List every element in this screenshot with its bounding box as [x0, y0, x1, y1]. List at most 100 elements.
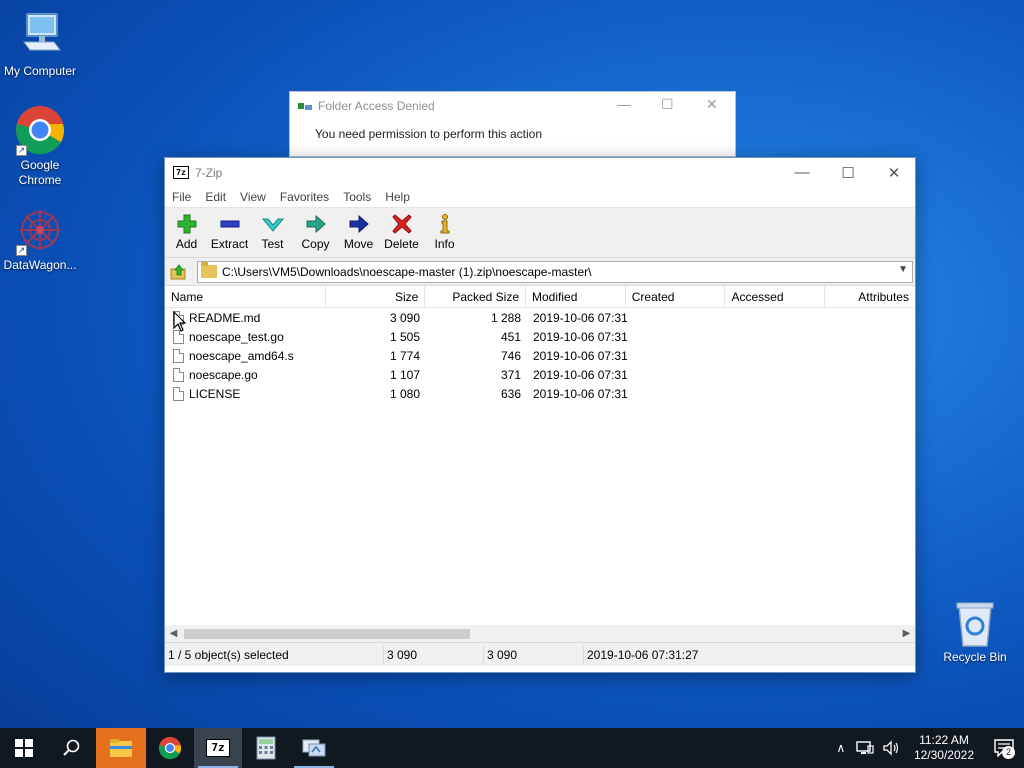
notification-center-button[interactable]: 2 [984, 728, 1024, 768]
dialog-app-icon [298, 100, 312, 112]
file-packed-size: 451 [500, 329, 521, 344]
extract-icon [220, 220, 239, 228]
maximize-icon[interactable]: ☐ [661, 96, 674, 113]
info-button[interactable]: Info [423, 208, 466, 257]
status-packed: 3 090 [484, 645, 584, 664]
status-selection: 1 / 5 object(s) selected [165, 645, 384, 664]
column-header-name[interactable]: Name [165, 286, 326, 308]
file-name: README.md [189, 310, 261, 325]
start-button[interactable] [0, 728, 48, 768]
desktop-icon-recycle-bin[interactable]: Recycle Bin [938, 600, 1012, 664]
extract-button[interactable]: Extract [208, 208, 251, 257]
file-packed-size: 746 [500, 348, 521, 363]
taskbar-network-app[interactable] [290, 728, 338, 768]
chevron-down-icon[interactable]: ▼ [898, 264, 908, 275]
add-label: Add [175, 237, 198, 251]
file-name: LICENSE [189, 386, 241, 401]
address-input[interactable]: C:\Users\VM5\Downloads\noescape-master (… [197, 260, 913, 283]
shortcut-arrow-icon: ↗ [16, 145, 27, 156]
window-titlebar[interactable]: 7z 7-Zip — ☐ ✕ [165, 158, 915, 187]
add-icon [177, 214, 196, 234]
menu-file[interactable]: File [165, 190, 198, 204]
file-list[interactable]: Name Size Packed Size Modified Created A… [165, 286, 915, 642]
folder-icon [201, 262, 217, 278]
menu-favorites[interactable]: Favorites [273, 190, 336, 204]
table-row[interactable]: noescape_amd64.s 1 774 746 2019-10-06 07… [165, 346, 915, 365]
recycle-bin-label: Recycle Bin [943, 650, 1007, 664]
info-icon [440, 214, 449, 234]
calculator-icon [256, 736, 276, 760]
minimize-button[interactable]: — [779, 158, 825, 187]
file-explorer-icon [110, 739, 132, 757]
desktop-icon-datawagon[interactable]: ↗ DataWagon... [0, 204, 80, 273]
extract-label: Extract [210, 237, 249, 251]
table-row[interactable]: LICENSE 1 080 636 2019-10-06 07:31 [165, 384, 915, 403]
network-icon[interactable] [856, 740, 874, 756]
taskbar-calculator[interactable] [242, 728, 290, 768]
table-row[interactable]: noescape.go 1 107 371 2019-10-06 07:31 [165, 365, 915, 384]
taskbar-7zip[interactable]: 7z [194, 728, 242, 768]
chevron-up-icon[interactable]: ∧ [830, 741, 852, 755]
chrome-icon [158, 736, 182, 760]
table-row[interactable]: README.md 3 090 1 288 2019-10-06 07:31 [165, 308, 915, 327]
file-name: noescape_amd64.s [189, 348, 294, 363]
scroll-right-icon[interactable]: ▶ [898, 628, 915, 639]
folder-up-button[interactable] [167, 261, 191, 283]
desktop-icon-label: DataWagon... [3, 258, 77, 272]
file-icon [173, 367, 184, 382]
close-icon[interactable]: ✕ [706, 96, 718, 113]
table-row[interactable]: noescape_test.go 1 505 451 2019-10-06 07… [165, 327, 915, 346]
delete-button[interactable]: Delete [380, 208, 423, 257]
folder-access-denied-dialog[interactable]: Folder Access Denied — ☐ ✕ You need perm… [289, 91, 736, 157]
dialog-message: You need permission to perform this acti… [315, 127, 543, 141]
folder-up-icon [170, 263, 186, 279]
address-bar: C:\Users\VM5\Downloads\noescape-master (… [165, 258, 915, 286]
search-button[interactable] [48, 728, 96, 768]
windows-logo-icon [15, 739, 33, 757]
file-modified: 2019-10-06 07:31 [533, 367, 627, 382]
7zip-app-icon: 7z [173, 166, 189, 179]
horizontal-scrollbar[interactable]: ◀ ▶ [165, 625, 915, 642]
file-icon [173, 386, 184, 401]
info-label: Info [434, 237, 455, 251]
menu-tools[interactable]: Tools [336, 190, 378, 204]
move-button[interactable]: Move [337, 208, 380, 257]
desktop-icon-my-computer[interactable]: My Computer [0, 10, 80, 79]
menu-help[interactable]: Help [378, 190, 417, 204]
desktop-icon-google-chrome[interactable]: ↗ Google Chrome [0, 104, 80, 188]
copy-label: Copy [301, 237, 330, 251]
column-header-accessed[interactable]: Accessed [725, 286, 826, 308]
shortcut-arrow-icon: ↗ [16, 245, 27, 256]
file-icon [173, 348, 184, 363]
scroll-track[interactable] [182, 625, 898, 642]
taskbar-chrome[interactable] [146, 728, 194, 768]
column-header-created[interactable]: Created [626, 286, 726, 308]
notification-count-badge: 2 [1002, 746, 1015, 759]
taskbar: 7z ∧ 11:22 AM 12/30/2022 2 [0, 728, 1024, 768]
clock[interactable]: 11:22 AM 12/30/2022 [904, 733, 984, 763]
search-icon [63, 739, 80, 756]
minimize-icon[interactable]: — [617, 96, 631, 112]
column-header-attributes[interactable]: Attributes [825, 286, 915, 308]
file-name: noescape.go [189, 367, 258, 382]
column-header-packed-size[interactable]: Packed Size [425, 286, 527, 308]
dialog-title: Folder Access Denied [318, 99, 435, 113]
volume-icon[interactable] [882, 740, 900, 756]
add-button[interactable]: Add [165, 208, 208, 257]
close-button[interactable]: ✕ [871, 158, 917, 187]
test-label: Test [261, 237, 284, 251]
column-header-size[interactable]: Size [326, 286, 426, 308]
recycle-bin-icon [956, 602, 994, 647]
scroll-thumb[interactable] [184, 629, 470, 639]
maximize-button[interactable]: ☐ [825, 158, 871, 187]
menu-view[interactable]: View [233, 190, 273, 204]
taskbar-file-explorer[interactable] [96, 728, 146, 768]
column-header-modified[interactable]: Modified [526, 286, 626, 308]
status-modified: 2019-10-06 07:31:27 [587, 647, 699, 662]
test-button[interactable]: Test [251, 208, 294, 257]
menu-edit[interactable]: Edit [198, 190, 233, 204]
scroll-left-icon[interactable]: ◀ [165, 628, 182, 639]
7zip-window[interactable]: 7z 7-Zip — ☐ ✕ File Edit View Favorites … [164, 157, 916, 673]
list-header: Name Size Packed Size Modified Created A… [165, 286, 915, 308]
copy-button[interactable]: Copy [294, 208, 337, 257]
